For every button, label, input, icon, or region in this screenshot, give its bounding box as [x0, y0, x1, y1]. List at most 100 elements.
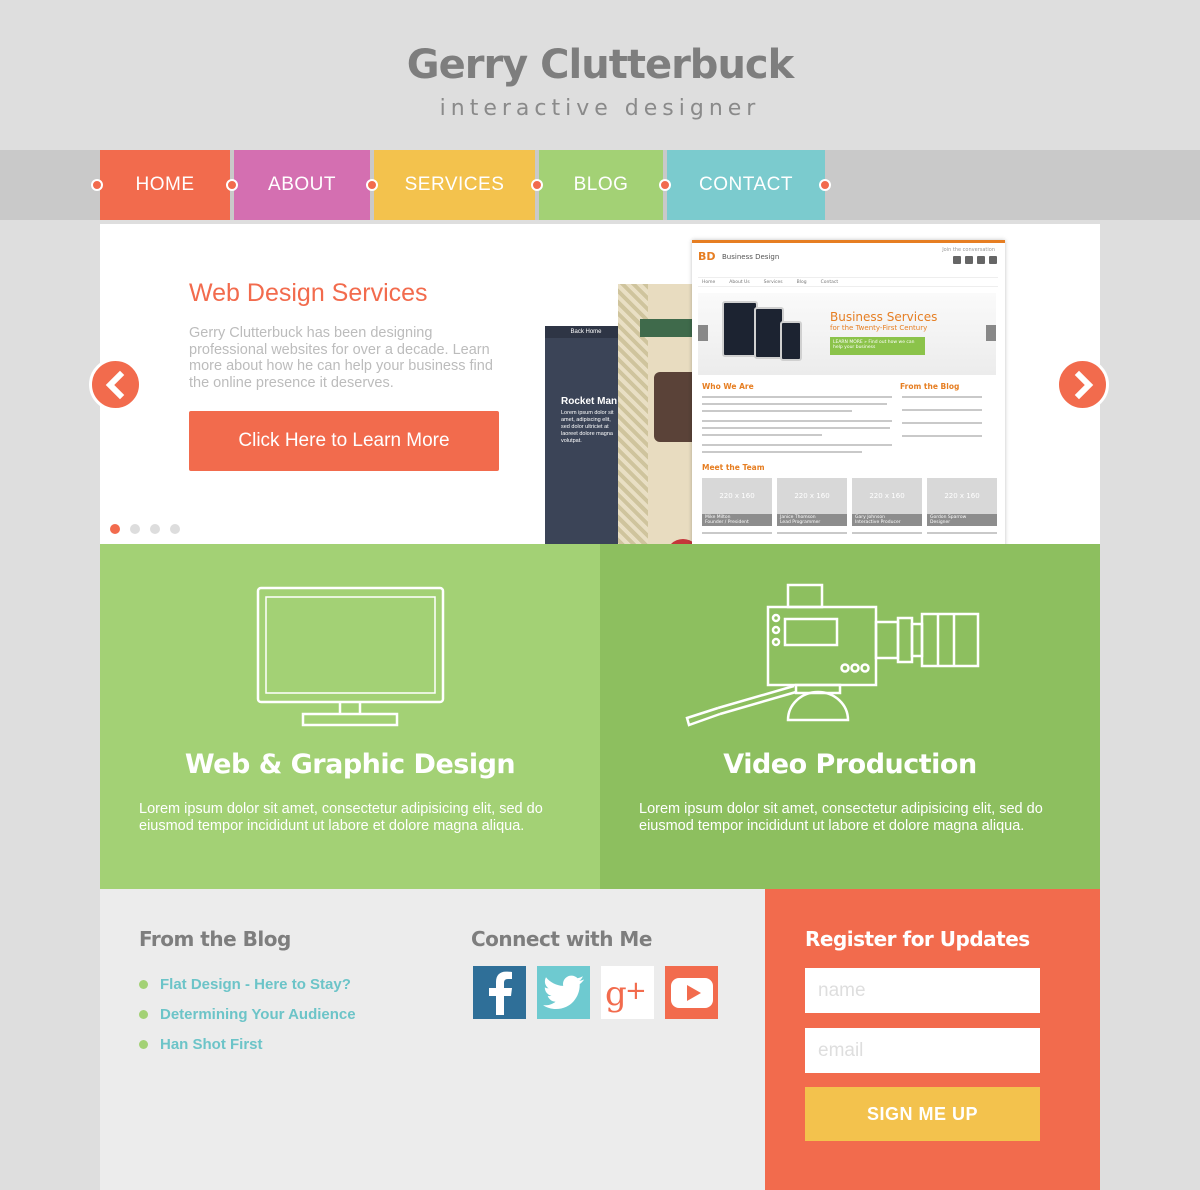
site-tagline: interactive designer	[439, 96, 761, 121]
slider-prev-button[interactable]	[89, 358, 142, 411]
mockup-card-caption: Gary Johnson Interactive Producer	[852, 514, 922, 526]
mockup-text-line	[702, 420, 892, 422]
google-plus-button[interactable]: g +	[601, 966, 654, 1019]
svg-text:g: g	[605, 974, 627, 1013]
mockup-text-line	[777, 532, 847, 534]
name-field[interactable]	[805, 968, 1040, 1013]
nav-separator-dot	[91, 179, 103, 191]
mockup-social-icon	[965, 256, 973, 264]
nav-item-contact[interactable]: CONTACT	[667, 150, 825, 220]
mockup-card-role: Designer	[930, 520, 951, 525]
mockup-team-heading: Meet the Team	[702, 463, 765, 472]
mockup-text-line	[702, 403, 887, 405]
mockup-join: Join the conversation	[942, 247, 995, 253]
mockup-text-line	[702, 427, 890, 429]
mockup-nav-item: Services	[763, 279, 783, 285]
mockup-nav-item: About Us	[729, 279, 750, 285]
sign-up-button[interactable]: SIGN ME UP	[805, 1087, 1040, 1141]
service-text: Lorem ipsum dolor sit amet, consectetur …	[639, 801, 1043, 834]
learn-more-button[interactable]: Click Here to Learn More	[189, 411, 499, 471]
mockup-card-size: 220 x 160	[794, 492, 830, 500]
mockup-card-caption: Janice Thomson Lead Programmer	[777, 514, 847, 526]
blog-heading: From the Blog	[139, 927, 291, 951]
blog-list: Flat Design - Here to Stay? Determining …	[139, 969, 356, 1059]
mockup-text-line	[702, 532, 772, 534]
service-title: Web & Graphic Design	[184, 749, 516, 780]
blog-post-link[interactable]: Flat Design - Here to Stay?	[160, 976, 351, 993]
mockup-card-size: 220 x 160	[719, 492, 755, 500]
mockup-business-design: BD Business Design Join the conversation…	[692, 240, 1005, 544]
blog-post-link[interactable]: Determining Your Audience	[160, 1006, 356, 1023]
twitter-button[interactable]	[537, 966, 590, 1019]
slider-next-button[interactable]	[1056, 358, 1109, 411]
mockup-heading: Rocket Man	[561, 396, 618, 407]
mockup-card-role: Interactive Producer	[855, 520, 901, 525]
mockup-nav: Back Home	[545, 326, 627, 338]
mockup-tablet	[722, 301, 758, 357]
nav-item-about[interactable]: ABOUT	[234, 150, 370, 220]
connect-heading: Connect with Me	[471, 927, 652, 951]
footer: From the Blog Flat Design - Here to Stay…	[100, 889, 765, 1190]
blog-post-link[interactable]: Han Shot First	[160, 1036, 263, 1053]
youtube-icon	[670, 977, 713, 1008]
nav-separator-dot	[531, 179, 543, 191]
mockup-who-heading: Who We Are	[702, 382, 754, 391]
slider-dot[interactable]	[170, 524, 180, 534]
site-header: Gerry Clutterbuck interactive designer	[0, 0, 1200, 150]
mockup-text-line	[702, 410, 852, 412]
nav-item-home[interactable]: HOME	[100, 150, 230, 220]
mockup-blog-heading: From the Blog	[900, 382, 960, 391]
slider-dot[interactable]	[130, 524, 140, 534]
mockup-team-card: 220 x 160 Gordon Sparrow Designer	[927, 478, 997, 526]
mockup-nav-item: Blog	[796, 279, 807, 285]
service-video-production: Video Production Lorem ipsum dolor sit a…	[600, 544, 1100, 889]
mockup-team-card: 220 x 160 Gary Johnson Interactive Produ…	[852, 478, 922, 526]
mockup-social-icon	[953, 256, 961, 264]
mockup-team-card: 220 x 160 Mike Milton Founder / Presiden…	[702, 478, 772, 526]
mockup-hero-title: Business Services	[830, 310, 938, 324]
nav-separator-dot	[366, 179, 378, 191]
bullet-icon	[139, 979, 148, 989]
mockup-text-line	[902, 396, 982, 398]
mockup-card-size: 220 x 160	[869, 492, 905, 500]
nav-separator-dot	[819, 179, 831, 191]
mockup-site-name: Business Design	[722, 253, 780, 261]
list-item: Determining Your Audience	[139, 999, 356, 1029]
mockup-card-role: Lead Programmer	[780, 520, 821, 525]
monitor-icon	[256, 586, 445, 727]
mockup-next-arrow	[986, 325, 996, 341]
mockup-text-line	[902, 435, 982, 437]
register-heading: Register for Updates	[805, 927, 1030, 951]
slider-dot[interactable]	[150, 524, 160, 534]
mockup-text-line	[702, 451, 862, 453]
hero-slider: Web Design Services Gerry Clutterbuck ha…	[100, 224, 1100, 544]
svg-text:+: +	[625, 976, 647, 1006]
slide-text: Gerry Clutterbuck has been designing pro…	[189, 325, 493, 391]
nav-separator-dot	[226, 179, 238, 191]
slider-dots	[110, 524, 180, 534]
chevron-left-icon	[105, 370, 124, 399]
mockup-rocket-man: Back Home Rocket Man Lorem ipsum dolor s…	[545, 326, 627, 544]
mockup-text-line	[902, 409, 982, 411]
service-title: Video Production	[723, 749, 977, 780]
mockup-logo: BD	[698, 250, 716, 263]
site-title[interactable]: Gerry Clutterbuck	[0, 42, 1200, 88]
slider-dot[interactable]	[110, 524, 120, 534]
service-web-design: Web & Graphic Design Lorem ipsum dolor s…	[100, 544, 600, 889]
mockup-hero: Business Services for the Twenty-First C…	[698, 293, 996, 375]
youtube-button[interactable]	[665, 966, 718, 1019]
facebook-button[interactable]	[473, 966, 526, 1019]
mockup-text-line	[702, 434, 822, 436]
mockup-card-size: 220 x 160	[944, 492, 980, 500]
mockup-banner	[640, 319, 698, 337]
nav-item-blog[interactable]: BLOG	[539, 150, 663, 220]
register-panel: Register for Updates SIGN ME UP	[765, 889, 1100, 1190]
mockup-hero-button: LEARN MORE » Find out how we can help yo…	[830, 337, 925, 355]
chevron-right-icon	[1074, 370, 1093, 399]
mockup-hero-subtitle: for the Twenty-First Century	[830, 324, 928, 332]
nav-item-services[interactable]: SERVICES	[374, 150, 535, 220]
email-field[interactable]	[805, 1028, 1040, 1073]
mockup-retro	[618, 284, 698, 544]
mockup-card-role: Founder / President	[705, 520, 749, 525]
mockup-nav: Home About Us Services Blog Contact	[698, 277, 998, 287]
